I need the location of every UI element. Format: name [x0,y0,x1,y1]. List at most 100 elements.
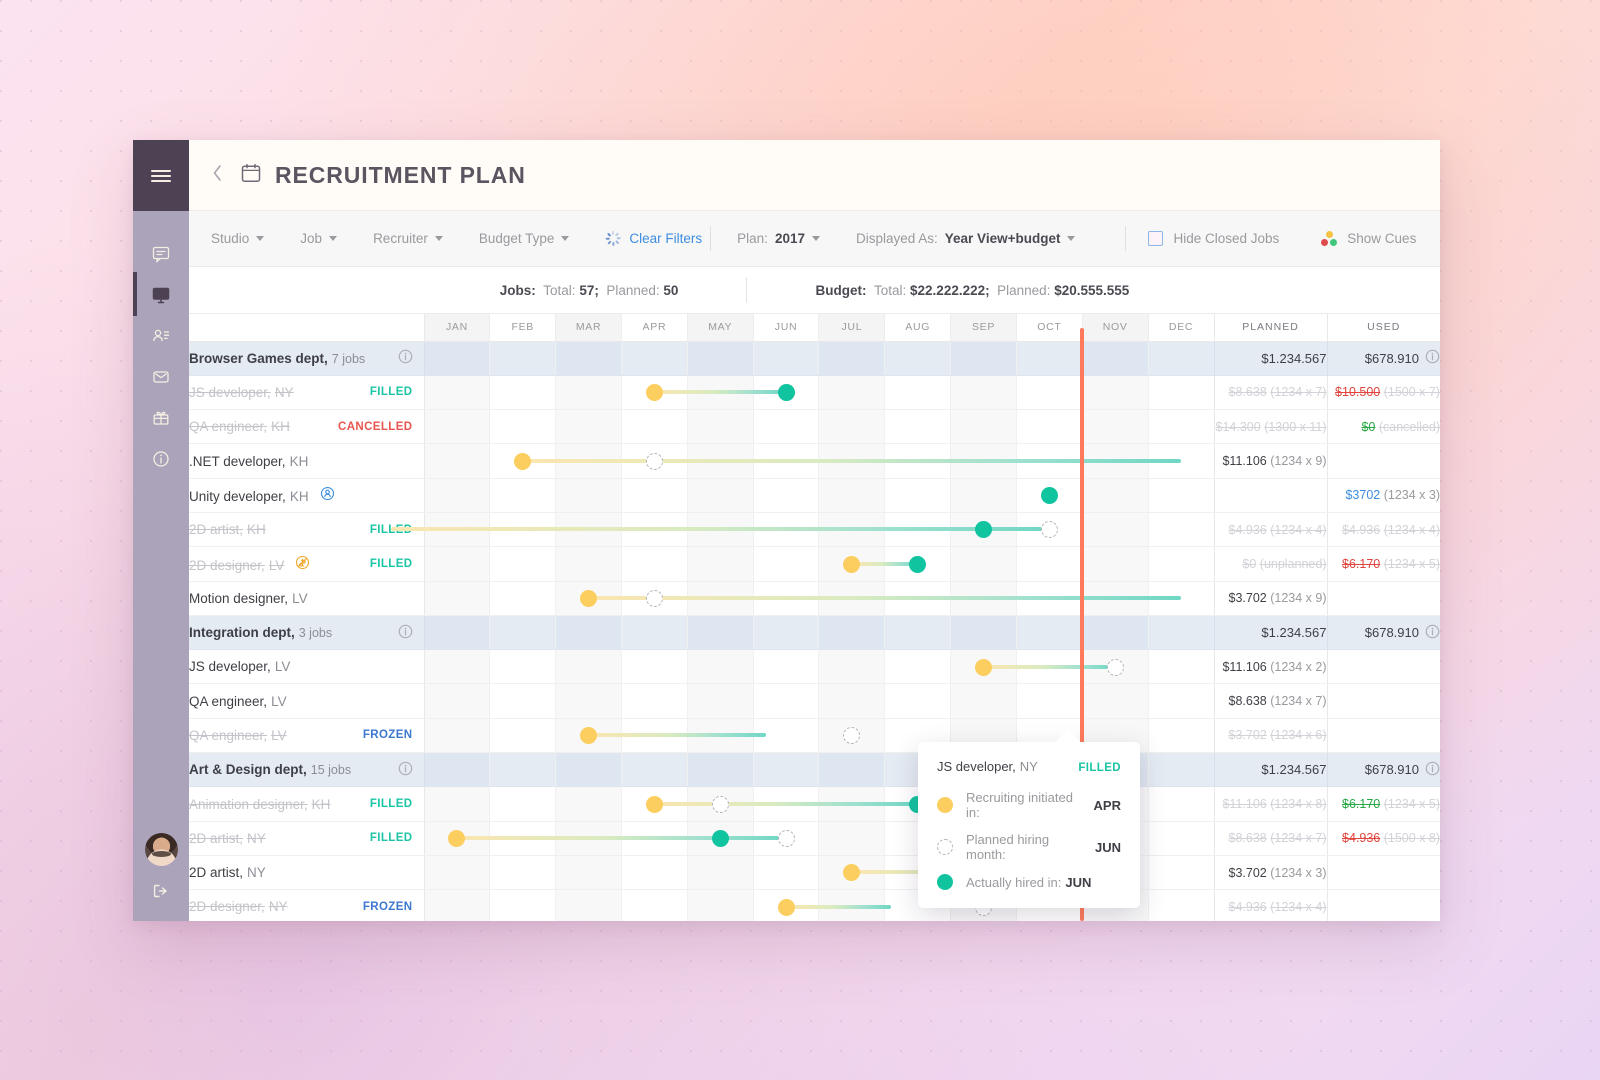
status-badge: FROZEN [362,729,413,742]
job-row[interactable]: QA engineer, LV $8.638 (1234 x 7) [189,683,1440,719]
info-icon[interactable] [1425,624,1440,642]
filter-budget-type[interactable]: Budget Type [479,231,570,246]
department-job-count: 3 jobs [298,626,333,641]
info-icon[interactable] [1425,349,1440,367]
job-row[interactable]: JS developer, NY FILLED $8.638 (1234 x 7) $1… [189,375,1440,411]
timeline-cell [1015,341,1083,376]
timeline-cell [1147,409,1214,445]
timeline-cell [1147,889,1214,921]
toolbar-divider-1 [710,226,712,251]
used-multiplier: (cancelled) [1378,419,1440,434]
rehire-icon[interactable] [320,486,335,501]
job-row[interactable]: 2D artist, NY FILLED $8.638 (1234 x 7) $4.93… [189,821,1440,856]
timeline-cell [950,341,1017,376]
timeline-cell [1147,581,1214,616]
timeline-cell [686,889,754,921]
job-row[interactable]: 2D designer, NY FROZEN $4.936 (1234 x 4) [189,889,1440,921]
job-row[interactable]: Unity developer, KH $3702 (1234 x 3) [189,478,1440,513]
avatar[interactable] [144,833,178,866]
job-row[interactable]: .NET developer, KH $11.106 (1234 x 9) [189,443,1440,479]
displayed-as-selector[interactable]: Displayed As: Year View+budget [855,231,1076,246]
tooltip-actual-value: JUN [1065,874,1092,890]
plan-selector[interactable]: Plan: 2017 [737,231,820,246]
timeline-cell [555,546,622,582]
sidebar-item-mail[interactable] [133,356,189,397]
sidebar-item-monitor[interactable] [133,272,189,316]
filter-toolbar: Studio Job Recruiter Budget Type Clear F… [189,211,1440,267]
department-row[interactable]: Browser Games dept, 7 jobs $1.234.567 $678.… [189,341,1440,376]
job-planned-cell: $8.638 (1234 x 7) [1213,683,1327,719]
sidebar-item-contacts[interactable] [133,315,189,356]
budget-total-label: Total: [873,282,907,298]
timeline-cell [752,512,819,548]
timeline-cell [1081,512,1149,548]
info-icon[interactable] [398,761,413,779]
timeline-cell [555,683,622,719]
job-row[interactable]: Animation designer, KH FILLED $11.106 (1234… [189,786,1440,822]
no-budget-icon[interactable] [295,555,310,570]
department-used-cell: $678.910 [1326,752,1440,788]
job-used-cell [1326,443,1440,479]
planned-amount: $4.936 [1228,522,1267,537]
timeline-cell [555,786,622,822]
displayed-as-label: Displayed As: [855,231,938,246]
job-location: KH [289,453,309,469]
filter-recruiter[interactable]: Recruiter [373,231,443,246]
sidebar [133,140,189,921]
app-window: RECRUITMENT PLAN Studio Job Recruiter Bu… [133,140,1440,921]
filter-budget-type-label: Budget Type [478,231,555,246]
clear-filters-button[interactable]: Clear Filters [605,231,702,246]
timeline-cell [686,341,754,376]
department-name: Browser Games dept, [189,350,328,366]
timeline-cell [1015,409,1083,445]
chevron-left-icon[interactable] [211,163,224,188]
job-title: QA engineer, [189,419,268,435]
job-row[interactable]: Motion designer, LV $3.702 (1234 x 9) [189,581,1440,616]
job-row[interactable]: JS developer, LV $11.106 (1234 x 2) [189,649,1440,685]
hide-closed-jobs-toggle[interactable]: Hide Closed Jobs [1148,231,1279,246]
job-row[interactable]: 2D artist, NY $3.702 (1234 x 3) [189,855,1440,891]
department-row[interactable]: Art & Design dept, 15 jobs $1.234.567 $678.… [189,752,1440,788]
filter-job[interactable]: Job [300,231,338,246]
job-row[interactable]: 2D designer, LV FILLED $0 (unplanned) $6.170… [189,546,1440,582]
used-multiplier: (1234 x 5) [1383,797,1440,811]
planned-amount: $0 [1242,556,1257,571]
department-row[interactable]: Integration dept, 3 jobs $1.234.567 $678.91… [189,615,1440,651]
timeline-cell [752,649,819,685]
status-badge: FILLED [369,798,413,810]
timeline-cell [1147,375,1214,411]
info-icon[interactable] [398,624,413,642]
logout-button[interactable] [133,882,189,905]
hide-closed-jobs-checkbox[interactable] [1148,231,1164,246]
planned-hire-dot-icon [937,839,953,855]
job-row[interactable]: QA engineer, LV FROZEN $3.702 (1234 x 6) [189,718,1440,754]
job-location: LV [274,659,291,675]
job-used-cell: $4.936 (1500 x 8) [1326,821,1440,856]
timeline-cell [1015,443,1083,479]
job-name-cell: JS developer, NY FILLED [189,375,425,411]
sidebar-menu-button[interactable] [133,140,189,211]
filter-studio[interactable]: Studio [211,231,265,246]
jobs-planned-value: 50 [663,282,679,298]
filter-job-label: Job [300,231,323,246]
sidebar-item-gifts[interactable] [133,397,189,438]
info-icon[interactable] [398,349,413,367]
job-row[interactable]: QA engineer, KH CANCELLED $14.300 (1300 x 1… [189,409,1440,445]
sidebar-item-chat[interactable] [133,233,189,274]
timeline-cell [1015,512,1083,548]
timeline-cell [489,375,556,411]
department-used-value: $678.910 [1364,625,1419,641]
timeline-cell [884,546,951,582]
month-header-nov: NOV [1081,314,1149,342]
show-cues-button[interactable]: Show Cues [1321,230,1416,247]
timeline-cell [1081,443,1149,479]
department-name: Art & Design dept, [189,762,307,778]
department-planned-value: $1.234.567 [1261,350,1327,366]
timeline-cell [1147,615,1214,651]
sidebar-item-info[interactable] [133,438,189,479]
job-row[interactable]: 2D artist, KH FILLED $4.936 (1234 x 4) $4.93… [189,512,1440,548]
info-icon[interactable] [1425,761,1440,779]
plan-grid[interactable]: JAN FEB MAR APR MAY JUN JUL AUG SEP OCT NOV DEC PLAN… [189,314,1440,921]
timeline-cell [884,341,951,376]
timeline-cell [423,375,490,411]
